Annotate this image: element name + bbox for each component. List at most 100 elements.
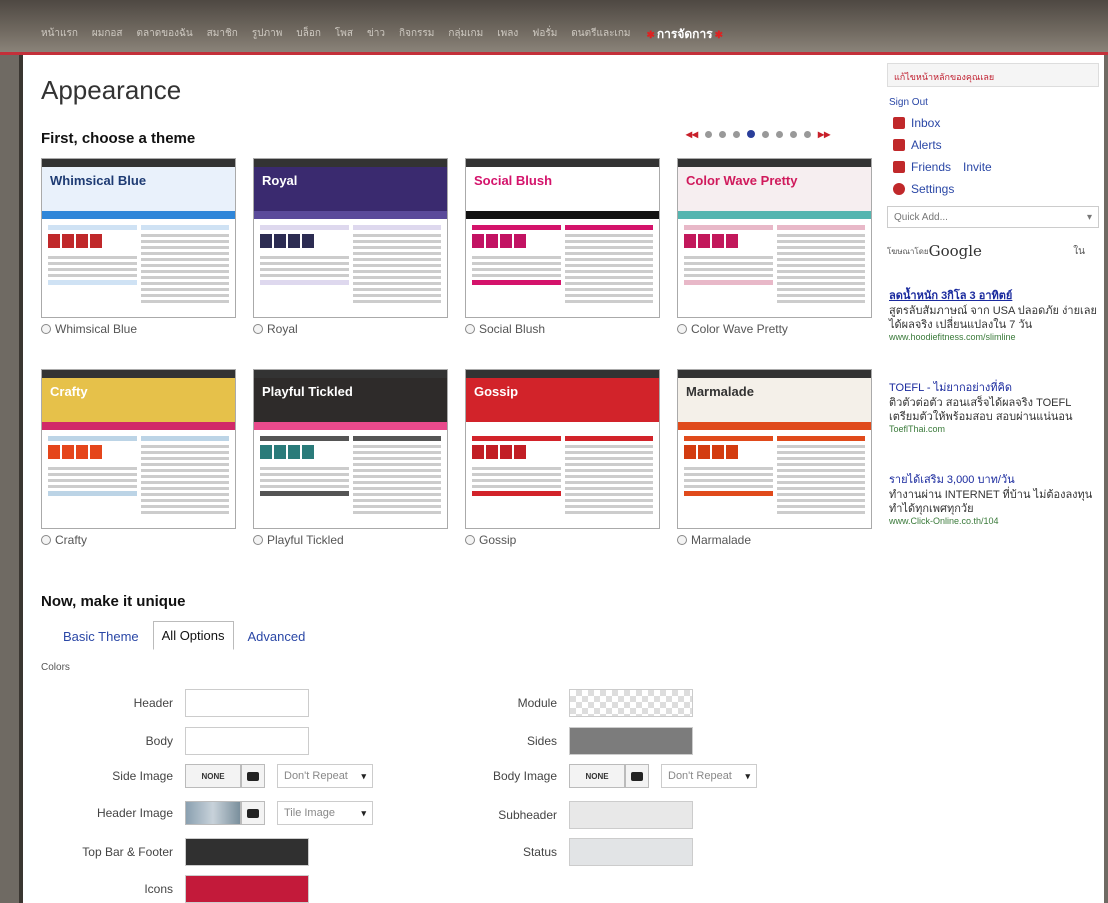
ad-headline[interactable]: รายได้เสริม 3,000 บาท/วัน (889, 470, 1099, 488)
next-page-button[interactable]: ▸▸ (818, 127, 830, 141)
theme-option[interactable]: Whimsical Blue Whimsical Blue (41, 158, 236, 343)
options-tabs: Basic Theme All Options Advanced (55, 621, 313, 650)
color-swatch[interactable] (185, 689, 309, 717)
top-nav: หน้าแรก ผมกอส ตลาดของฉัน สมาชิก รูปภาพ บล็อกโ… (34, 24, 732, 44)
theme-label[interactable]: Color Wave Pretty (677, 322, 788, 336)
theme-thumbnail[interactable]: Social Blush (465, 158, 660, 318)
theme-radio[interactable] (677, 535, 687, 545)
top-nav-item[interactable]: ดนตรีและเกม (564, 24, 637, 44)
invite-link[interactable]: Invite (963, 160, 992, 174)
sidebar-header[interactable]: แก้ไขหน้าหลักของคุณเลย (887, 63, 1099, 87)
theme-option[interactable]: Color Wave Pretty Color Wave Pretty (677, 158, 872, 343)
ad-headline[interactable]: ลดน้ำหนัก 3กิโล 3 อาทิตย์ (889, 286, 1099, 304)
theme-option[interactable]: Social Blush Social Blush (465, 158, 660, 343)
camera-icon[interactable] (241, 764, 265, 788)
theme-label[interactable]: Whimsical Blue (41, 322, 137, 336)
theme-radio[interactable] (41, 324, 51, 334)
top-nav-item[interactable]: โพส (328, 24, 360, 44)
top-nav-item[interactable]: ตลาดของฉัน (130, 24, 200, 44)
sidebar-item-settings[interactable]: Settings (893, 182, 1099, 196)
pager-dot[interactable] (776, 130, 784, 138)
tab-all-options[interactable]: All Options (152, 621, 234, 650)
theme-radio[interactable] (677, 324, 687, 334)
tab-basic-theme[interactable]: Basic Theme (55, 623, 147, 650)
top-nav-item[interactable]: กิจกรรม (392, 24, 441, 44)
pager-dot[interactable] (733, 130, 741, 138)
theme-radio[interactable] (465, 324, 475, 334)
thumbnail-line (776, 300, 865, 303)
thumbnail-line (564, 294, 653, 297)
theme-label[interactable]: Social Blush (465, 322, 545, 336)
pager-dot[interactable] (804, 130, 812, 138)
top-nav-item[interactable]: หน้าแรก (34, 24, 85, 44)
repeat-select[interactable]: Tile Image ▾ (277, 801, 373, 825)
sidebar-item-inbox[interactable]: Inbox (893, 116, 1099, 130)
quick-add-select[interactable]: Quick Add... ▾ (887, 206, 1099, 228)
theme-option[interactable]: Crafty Crafty (41, 369, 236, 554)
theme-label[interactable]: Crafty (41, 533, 87, 547)
pager-dot[interactable] (762, 130, 770, 138)
sidebar-item-alerts[interactable]: Alerts (893, 138, 1099, 152)
top-nav-item[interactable]: สมาชิก (200, 24, 245, 44)
theme-thumbnail[interactable]: Marmalade (677, 369, 872, 529)
color-swatch[interactable] (185, 727, 309, 755)
color-swatch-transparent[interactable] (569, 689, 693, 717)
theme-option[interactable]: Marmalade Marmalade (677, 369, 872, 554)
image-none-button[interactable]: NONE (569, 764, 625, 788)
sign-out-link[interactable]: Sign Out (889, 97, 1099, 108)
header-image-preview[interactable] (185, 801, 241, 825)
prev-page-button[interactable]: ◂◂ (686, 127, 698, 141)
theme-radio[interactable] (253, 535, 263, 545)
theme-label[interactable]: Gossip (465, 533, 516, 547)
theme-option[interactable]: Playful Tickled Playful Tickled (253, 369, 448, 554)
theme-thumbnail[interactable]: Whimsical Blue (41, 158, 236, 318)
ad-headline[interactable]: TOEFL - ไม่ยากอย่างที่คิด (889, 378, 1099, 396)
thumbnail-avatar (514, 445, 526, 459)
top-nav-item[interactable]: ผมกอส (85, 24, 130, 44)
top-nav-item[interactable]: บล็อก (289, 24, 328, 44)
theme-radio[interactable] (41, 535, 51, 545)
tab-advanced[interactable]: Advanced (240, 623, 314, 650)
color-swatch[interactable] (185, 875, 309, 903)
pager-dot[interactable] (719, 130, 727, 138)
ad-block[interactable]: TOEFL - ไม่ยากอย่างที่คิด ติวตัวต่อตัว สอ… (889, 378, 1099, 434)
color-swatch[interactable] (185, 838, 309, 866)
camera-icon[interactable] (625, 764, 649, 788)
ads-close-link[interactable]: ใน (1073, 244, 1085, 259)
repeat-select[interactable]: Don't Repeat ▾ (661, 764, 757, 788)
color-swatch[interactable] (569, 838, 693, 866)
theme-radio[interactable] (253, 324, 263, 334)
pager-dot[interactable] (747, 130, 756, 138)
theme-thumbnail[interactable]: Crafty (41, 369, 236, 529)
theme-radio[interactable] (465, 535, 475, 545)
color-swatch[interactable] (569, 727, 693, 755)
top-nav-item[interactable]: ฟอรั่ม (525, 24, 564, 44)
top-nav-item[interactable]: ข่าว (360, 24, 392, 44)
repeat-select[interactable]: Don't Repeat ▾ (277, 764, 373, 788)
top-nav-item[interactable]: รูปภาพ (245, 24, 290, 44)
top-nav-item[interactable]: เพลง (490, 24, 525, 44)
theme-option[interactable]: Royal Royal (253, 158, 448, 343)
ad-block[interactable]: รายได้เสริม 3,000 บาท/วัน ทำงานผ่าน INTER… (889, 470, 1099, 526)
ad-url[interactable]: ToeflThai.com (889, 424, 1099, 434)
top-nav-item[interactable]: กลุ่มเกม (441, 24, 490, 44)
theme-option[interactable]: Gossip Gossip (465, 369, 660, 554)
top-nav-item-active[interactable]: การจัดการ (638, 24, 733, 44)
camera-icon[interactable] (241, 801, 265, 825)
color-swatch[interactable] (569, 801, 693, 829)
sidebar-item-friends[interactable]: Friends Invite (893, 160, 1099, 174)
ad-url[interactable]: www.hoodiefitness.com/slimline (889, 332, 1099, 342)
ad-block[interactable]: ลดน้ำหนัก 3กิโล 3 อาทิตย์ สูตรลับสัมภาษณ์… (889, 286, 1099, 342)
theme-thumbnail[interactable]: Royal (253, 158, 448, 318)
theme-thumbnail[interactable]: Color Wave Pretty (677, 158, 872, 318)
theme-label[interactable]: Royal (253, 322, 298, 336)
thumbnail-avatar (260, 445, 272, 459)
theme-thumbnail[interactable]: Gossip (465, 369, 660, 529)
image-none-button[interactable]: NONE (185, 764, 241, 788)
theme-thumbnail[interactable]: Playful Tickled (253, 369, 448, 529)
ad-url[interactable]: www.Click-Online.co.th/104 (889, 516, 1099, 526)
theme-label[interactable]: Marmalade (677, 533, 751, 547)
pager-dot[interactable] (705, 130, 713, 138)
theme-label[interactable]: Playful Tickled (253, 533, 344, 547)
pager-dot[interactable] (790, 130, 798, 138)
